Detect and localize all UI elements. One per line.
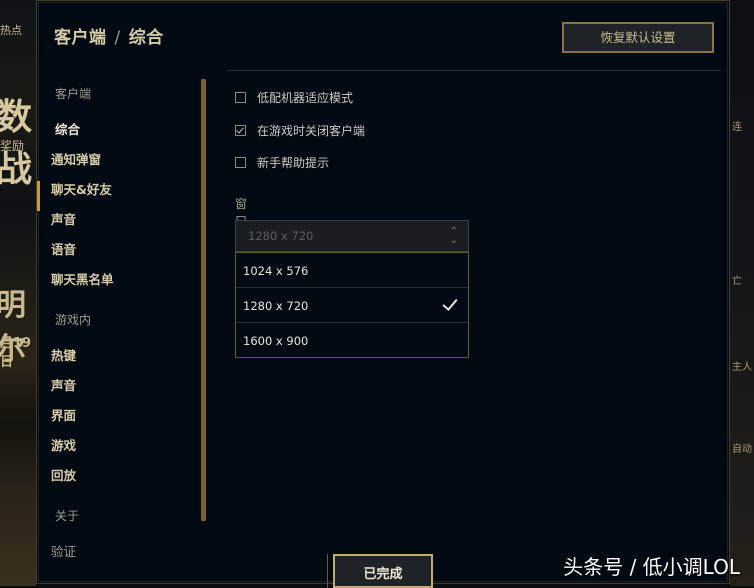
bg-text: 主人 bbox=[732, 362, 752, 373]
close-client-checkbox[interactable] bbox=[235, 124, 246, 136]
restore-defaults-button[interactable]: 恢复默认设置 bbox=[562, 22, 714, 53]
window-size-option[interactable]: 1600 x 900 bbox=[236, 323, 468, 358]
low-spec-mode-label: 低配机器适应模式 bbox=[257, 90, 354, 105]
watermark-text: 头条号 / 低小调LOL bbox=[563, 555, 740, 579]
window-size-option-selected[interactable]: 1280 x 720 bbox=[236, 288, 468, 323]
sidebar-item-game[interactable]: 游戏 bbox=[51, 435, 76, 454]
window-size-option[interactable]: 1024 x 576 bbox=[236, 253, 468, 288]
header-divider bbox=[227, 70, 721, 71]
sidebar-item-verification[interactable]: 验证 bbox=[51, 541, 76, 560]
sidebar-item-notifications[interactable]: 通知弹窗 bbox=[51, 149, 101, 168]
sidebar-group-client: 客户端 bbox=[55, 87, 92, 101]
breadcrumb: 客户端 / 综合 bbox=[54, 23, 164, 48]
low-spec-mode-row[interactable]: 低配机器适应模式 bbox=[235, 89, 353, 105]
sidebar-item-ingame-sound[interactable]: 声音 bbox=[51, 375, 76, 394]
close-client-label: 在游戏时关闭客户端 bbox=[257, 123, 366, 138]
window-size-dropdown: 1024 x 576 1280 x 720 1600 x 900 bbox=[235, 252, 469, 358]
breadcrumb-separator: / bbox=[114, 28, 121, 48]
sidebar-group-ingame: 游戏内 bbox=[55, 313, 92, 327]
close-client-row[interactable]: 在游戏时关闭客户端 bbox=[235, 122, 365, 138]
bg-text: 月19日 bbox=[0, 336, 32, 370]
bg-text: 自动 bbox=[732, 444, 752, 455]
done-button[interactable]: 已完成 bbox=[327, 554, 433, 588]
window-size-select[interactable]: 1280 x 720 ⌃ ⌄ bbox=[235, 220, 469, 252]
sidebar-item-replays[interactable]: 回放 bbox=[51, 465, 76, 484]
sidebar-item-voice[interactable]: 语音 bbox=[51, 239, 76, 258]
sidebar-scrollbar[interactable] bbox=[201, 79, 206, 521]
low-spec-mode-checkbox[interactable] bbox=[235, 91, 246, 103]
breadcrumb-root: 客户端 bbox=[54, 28, 107, 48]
checkmark-icon bbox=[442, 295, 458, 311]
window-size-current-value: 1280 x 720 bbox=[248, 229, 314, 243]
newbie-tips-label: 新手帮助提示 bbox=[257, 155, 330, 170]
sidebar-item-sound[interactable]: 声音 bbox=[51, 209, 76, 228]
chevron-updown-icon: ⌃ ⌄ bbox=[449, 226, 458, 246]
sidebar-item-general[interactable]: 综合 bbox=[55, 119, 80, 138]
bg-text: 连 bbox=[732, 122, 742, 133]
active-indicator bbox=[37, 181, 40, 211]
newbie-tips-row[interactable]: 新手帮助提示 bbox=[235, 154, 329, 170]
sidebar-item-chat-blocklist[interactable]: 聊天黑名单 bbox=[51, 269, 114, 288]
sidebar-item-interface[interactable]: 界面 bbox=[51, 405, 76, 424]
bg-text: 奖励 bbox=[0, 139, 25, 153]
sidebar-item-chat-friends[interactable]: 聊天&好友 bbox=[51, 179, 112, 198]
background-client-right: 连 亡 主人 自动 bbox=[730, 0, 754, 586]
breadcrumb-current: 综合 bbox=[128, 28, 164, 48]
option-label: 1280 x 720 bbox=[243, 299, 309, 313]
done-button-label: 已完成 bbox=[363, 567, 403, 582]
settings-modal: 客户端 / 综合 恢复默认设置 客户端 综合 通知弹窗 聊天&好友 声音 语音 聊天… bbox=[36, 0, 730, 588]
settings-sidebar: 客户端 综合 通知弹窗 聊天&好友 声音 语音 聊天黑名单 游戏内 热键 声音 … bbox=[37, 71, 207, 571]
newbie-tips-checkbox[interactable] bbox=[235, 156, 246, 168]
sidebar-item-hotkeys[interactable]: 热键 bbox=[51, 345, 76, 364]
bg-text: 亡 bbox=[732, 276, 742, 287]
sidebar-group-about: 关于 bbox=[55, 509, 80, 523]
option-label: 1600 x 900 bbox=[243, 334, 309, 348]
option-label: 1024 x 576 bbox=[243, 264, 309, 278]
bg-text: 热点 bbox=[0, 24, 22, 37]
background-client-left: 热点 数战 奖励 明尔 月19日 bbox=[0, 0, 36, 586]
